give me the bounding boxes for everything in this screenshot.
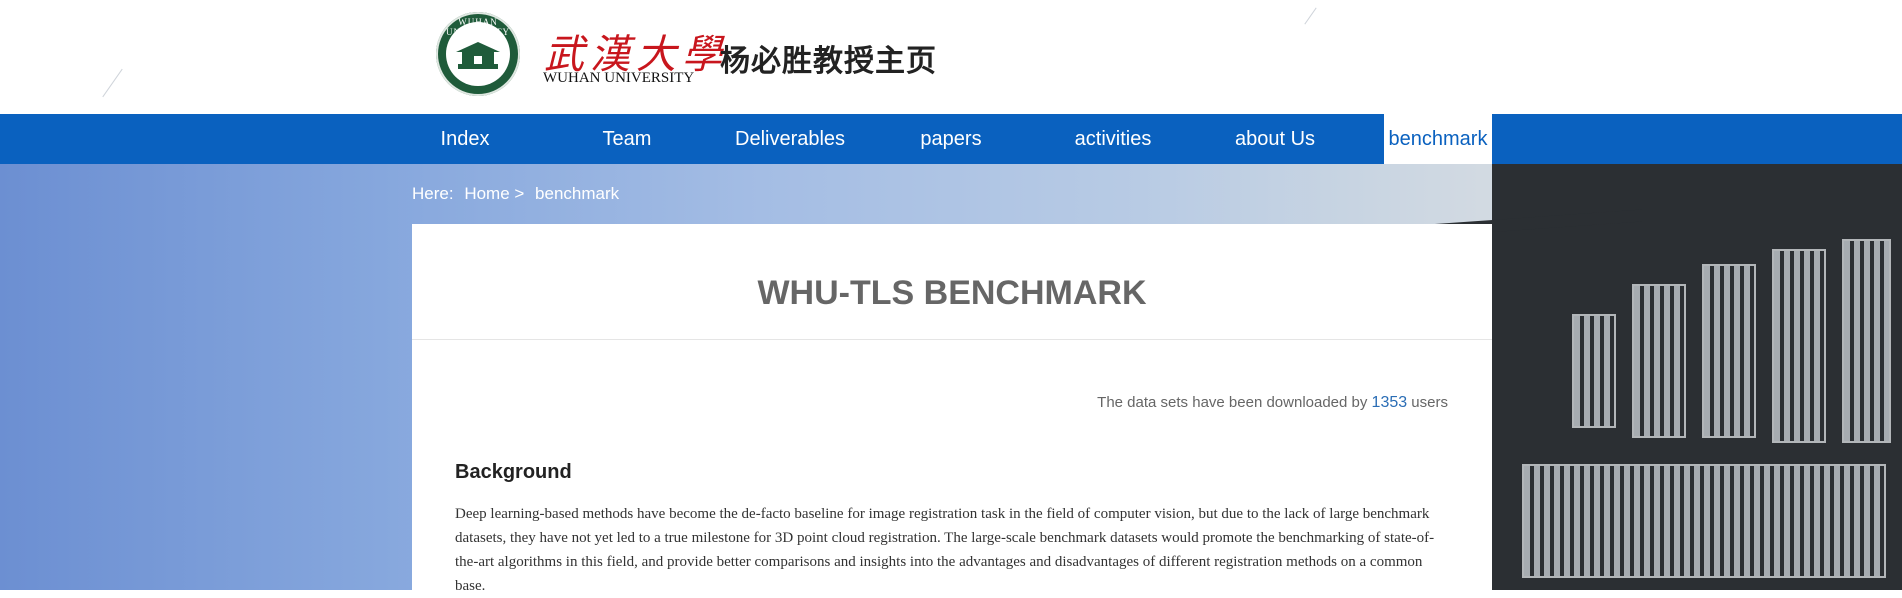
- nav-item-papers[interactable]: papers: [897, 114, 1005, 164]
- section-heading-background: Background: [455, 461, 572, 483]
- nav-item-benchmark[interactable]: benchmark: [1384, 114, 1492, 164]
- university-name-english: WUHAN UNIVERSITY: [543, 70, 695, 86]
- site-header: WUHAN UNIVERSITY 武漢大學 WUHAN UNIVERSITY 杨…: [0, 0, 1902, 114]
- nav-item-team[interactable]: Team: [573, 114, 681, 164]
- breadcrumb-home-link[interactable]: Home >: [464, 184, 524, 203]
- building-photo: [1342, 164, 1902, 590]
- background-paragraph: Deep learning-based methods have become …: [455, 506, 1435, 594]
- page-title: WHU-TLS BENCHMARK: [757, 274, 1147, 312]
- gate-icon: [456, 42, 500, 69]
- decorative-line: [102, 68, 123, 98]
- nav-item-deliverables[interactable]: Deliverables: [735, 114, 845, 164]
- decorative-line: [1304, 7, 1317, 25]
- downloads-suffix: users: [1407, 394, 1448, 411]
- breadcrumb: Here: Home > benchmark: [412, 184, 625, 204]
- nav-item-index[interactable]: Index: [411, 114, 519, 164]
- breadcrumb-current: benchmark: [535, 184, 620, 203]
- nav-item-activities[interactable]: activities: [1059, 114, 1167, 164]
- site-title: 杨必胜教授主页: [720, 44, 937, 79]
- download-counter: The data sets have been downloaded by 13…: [1097, 394, 1448, 412]
- content-card: WHU-TLS BENCHMARK The data sets have bee…: [412, 224, 1492, 594]
- nav-item-about-us[interactable]: about Us: [1221, 114, 1329, 164]
- main-nav: Index Team Deliverables papers activitie…: [0, 114, 1902, 164]
- divider: [412, 339, 1492, 340]
- downloads-prefix: The data sets have been downloaded by: [1097, 394, 1372, 411]
- downloads-count: 1353: [1371, 394, 1408, 411]
- breadcrumb-prefix: Here:: [412, 184, 454, 203]
- university-seal-logo[interactable]: WUHAN UNIVERSITY: [436, 12, 520, 96]
